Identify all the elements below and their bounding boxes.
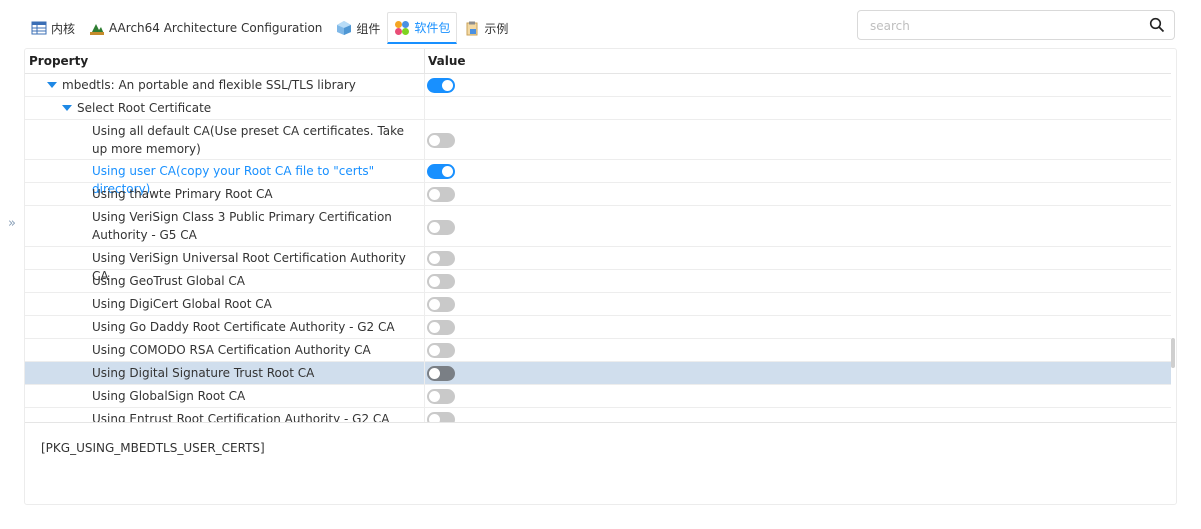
table-row[interactable]: Using DigiCert Global Root CA (25, 293, 1171, 316)
row-label: Using DigiCert Global Root CA (92, 297, 272, 311)
table-row[interactable]: Using user CA(copy your Root CA file to … (25, 160, 1171, 196)
row-label: mbedtls: An portable and flexible SSL/TL… (62, 78, 356, 92)
toggle-switch[interactable] (427, 133, 455, 148)
toggle-switch[interactable] (427, 297, 455, 312)
expand-sidebar-icon[interactable]: » (4, 216, 20, 232)
tab-examples[interactable]: 示例 (457, 12, 515, 44)
row-label: Using VeriSign Class 3 Public Primary Ce… (92, 210, 392, 242)
panel-divider (25, 422, 1176, 423)
row-label: Using Go Daddy Root Certificate Authorit… (92, 320, 395, 334)
table-row[interactable]: mbedtls: An portable and flexible SSL/TL… (25, 74, 1171, 97)
scrollbar-thumb[interactable] (1171, 338, 1175, 368)
tab-aarch64-config[interactable]: AArch64 Architecture Configuration (82, 12, 329, 44)
table-header: Property Value (25, 49, 1171, 74)
column-header-property: Property (29, 54, 89, 68)
row-label: Using GlobalSign Root CA (92, 389, 246, 403)
table-row[interactable]: Using all default CA(Use preset CA certi… (25, 120, 1171, 160)
tab-kernel[interactable]: 内核 (24, 12, 82, 44)
table-row-selected[interactable]: Using Digital Signature Trust Root CA (25, 362, 1171, 385)
table-icon (31, 20, 47, 36)
packages-icon (394, 20, 410, 36)
toggle-switch[interactable] (427, 343, 455, 358)
search-box (857, 10, 1175, 40)
toggle-switch[interactable] (427, 187, 455, 202)
column-divider (424, 49, 425, 73)
tab-label: 内核 (51, 21, 76, 36)
tab-components[interactable]: 组件 (329, 12, 387, 44)
toggle-switch[interactable] (427, 164, 455, 179)
toggle-switch[interactable] (427, 412, 455, 422)
toggle-switch[interactable] (427, 251, 455, 266)
property-rows: mbedtls: An portable and flexible SSL/TL… (25, 74, 1171, 422)
tab-label: 软件包 (414, 21, 451, 35)
cube-icon (336, 20, 352, 36)
table-row[interactable]: Using GeoTrust Global CA (25, 270, 1171, 293)
chip-icon (89, 20, 105, 36)
search-input[interactable] (868, 17, 1142, 35)
row-label: Using COMODO RSA Certification Authority… (92, 343, 371, 357)
table-row[interactable]: Select Root Certificate (25, 97, 1171, 120)
table-row[interactable]: Using COMODO RSA Certification Authority… (25, 339, 1171, 362)
tab-label: AArch64 Architecture Configuration (109, 21, 323, 35)
toggle-switch[interactable] (427, 366, 455, 381)
toggle-switch[interactable] (427, 389, 455, 404)
property-panel: Property Value mbedtls: An portable and … (24, 48, 1177, 505)
tab-label: 组件 (356, 21, 381, 36)
toggle-switch[interactable] (427, 78, 455, 93)
property-description: [PKG_USING_MBEDTLS_USER_CERTS] (41, 441, 265, 455)
table-row[interactable]: Using VeriSign Universal Root Certificat… (25, 247, 1171, 283)
table-row[interactable]: Using Entrust Root Certification Authori… (25, 408, 1171, 422)
row-label: Select Root Certificate (77, 101, 212, 115)
tab-label: 示例 (484, 21, 509, 36)
column-header-value: Value (428, 54, 466, 68)
tab-packages[interactable]: 软件包 (387, 12, 458, 44)
search-icon[interactable] (1149, 17, 1165, 33)
row-label: Using all default CA(Use preset CA certi… (92, 124, 405, 156)
table-row[interactable]: Using GlobalSign Root CA (25, 385, 1171, 408)
toggle-switch[interactable] (427, 274, 455, 289)
row-label: Using Digital Signature Trust Root CA (92, 366, 315, 380)
table-row[interactable]: Using Go Daddy Root Certificate Authorit… (25, 316, 1171, 339)
table-row[interactable]: Using VeriSign Class 3 Public Primary Ce… (25, 206, 1171, 247)
expand-arrow-icon[interactable] (62, 105, 72, 111)
toggle-switch[interactable] (427, 320, 455, 335)
row-label: Using Entrust Root Certification Authori… (92, 412, 390, 422)
tab-bar: 内核 AArch64 Architecture Configuration 组件… (24, 12, 515, 44)
clipboard-icon (464, 20, 480, 36)
row-label: Using GeoTrust Global CA (92, 274, 245, 288)
row-label: Using thawte Primary Root CA (92, 187, 273, 201)
table-row[interactable]: Using thawte Primary Root CA (25, 183, 1171, 206)
expand-arrow-icon[interactable] (47, 82, 57, 88)
vertical-scrollbar[interactable] (1171, 74, 1176, 422)
toggle-switch[interactable] (427, 220, 455, 235)
